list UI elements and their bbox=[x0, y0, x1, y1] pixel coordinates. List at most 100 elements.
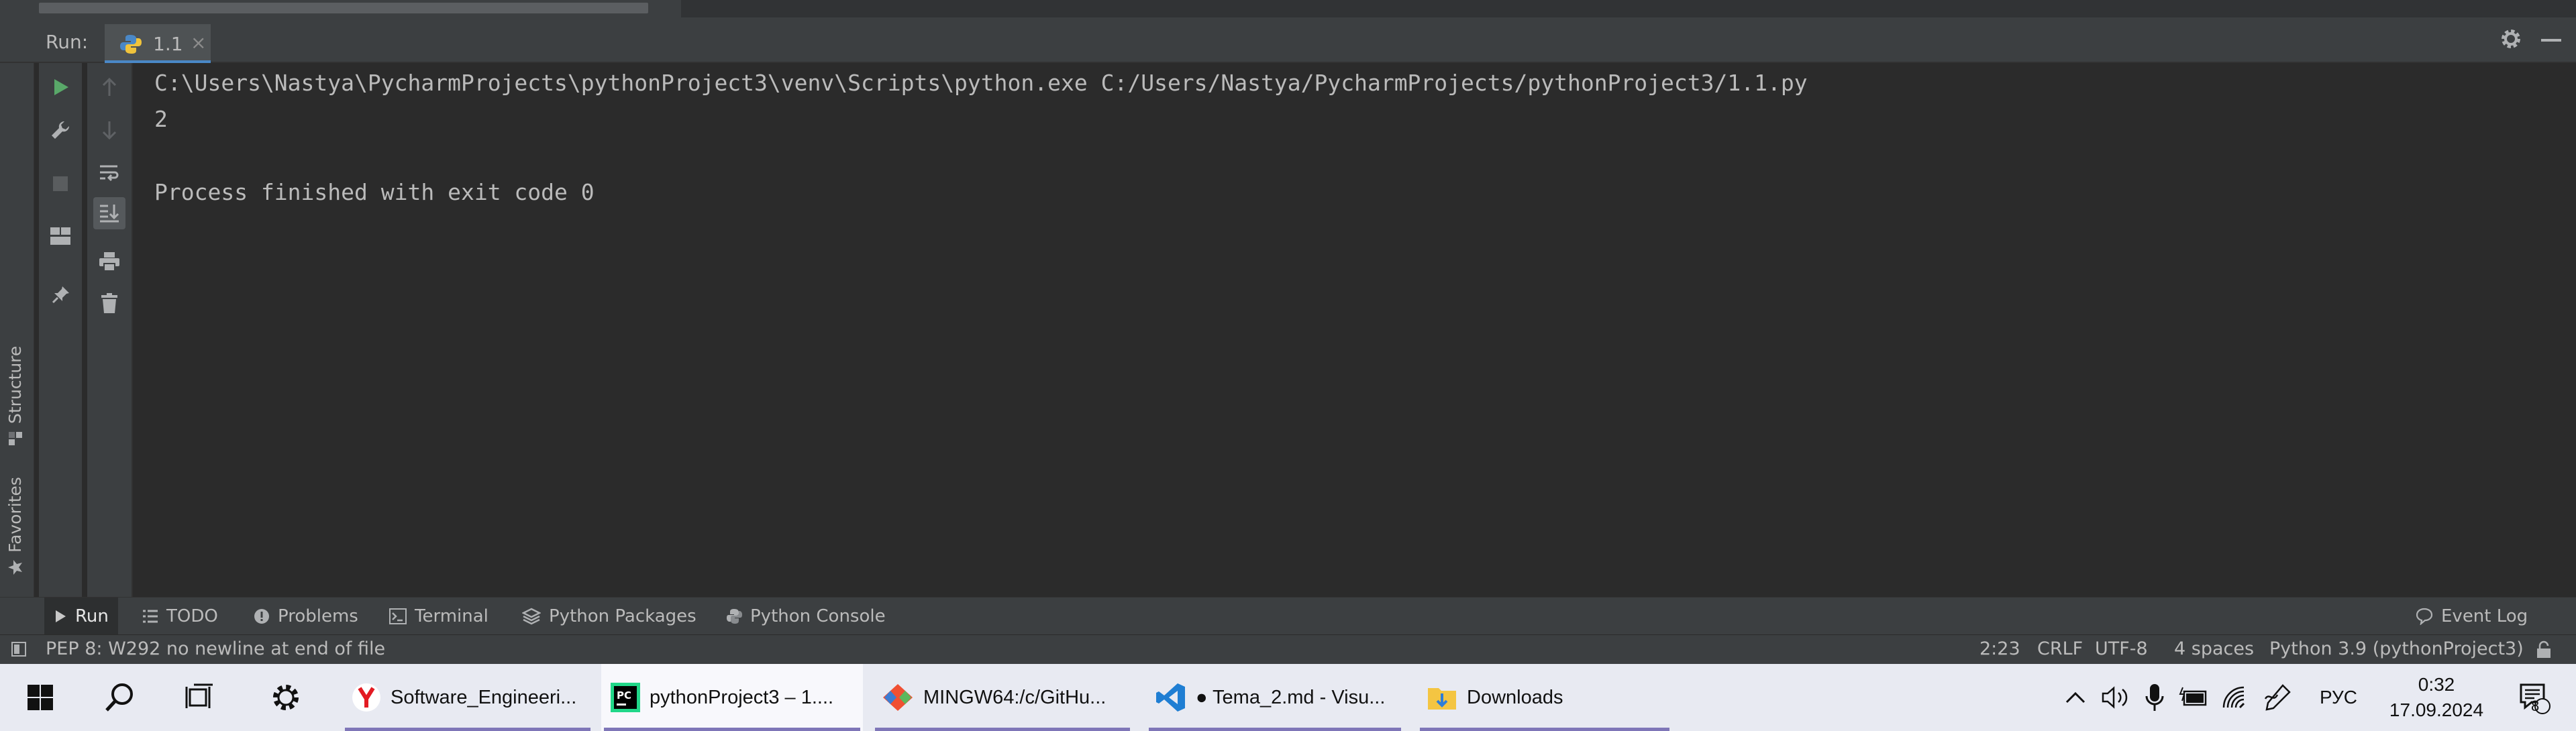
tab-run[interactable]: Run bbox=[44, 598, 118, 635]
down-arrow-icon[interactable] bbox=[93, 114, 125, 146]
minimize-icon[interactable] bbox=[2541, 39, 2561, 42]
line-separator[interactable]: CRLF bbox=[2037, 638, 2083, 659]
language-indicator[interactable]: РУС bbox=[2302, 664, 2375, 731]
left-tool-stripe: Structure Favorites bbox=[0, 63, 34, 597]
git-icon bbox=[882, 683, 914, 712]
lock-icon[interactable] bbox=[2535, 640, 2553, 659]
file-encoding[interactable]: UTF-8 bbox=[2095, 638, 2148, 659]
running-indicator bbox=[345, 728, 590, 731]
status-message[interactable]: PEP 8: W292 no newline at end of file bbox=[46, 638, 385, 659]
layout-icon[interactable] bbox=[44, 220, 76, 252]
run-triangle-icon bbox=[54, 609, 67, 624]
clock-time: 0:32 bbox=[2418, 674, 2455, 695]
taskbar-item-browser[interactable]: Software_Engineeri... bbox=[342, 664, 593, 731]
run-config-tab[interactable]: 1.1 × bbox=[105, 24, 211, 63]
print-icon[interactable] bbox=[93, 245, 125, 278]
clock-date: 17.09.2024 bbox=[2389, 699, 2484, 720]
tool-window-bar: Run TODO Problems Terminal Python Packag… bbox=[0, 597, 2576, 635]
structure-label: Structure bbox=[5, 345, 25, 424]
horizontal-scrollbar-thumb[interactable] bbox=[39, 3, 648, 13]
info-icon bbox=[254, 608, 270, 624]
rerun-icon[interactable] bbox=[44, 71, 76, 103]
structure-icon bbox=[7, 431, 23, 447]
status-bar: PEP 8: W292 no newline at end of file 2:… bbox=[0, 634, 2576, 664]
yandex-browser-icon bbox=[352, 683, 381, 712]
close-tab-icon[interactable]: × bbox=[191, 32, 206, 54]
up-arrow-icon[interactable] bbox=[93, 71, 125, 103]
notification-count: 8 bbox=[2531, 697, 2540, 714]
tab-python-console-label: Python Console bbox=[750, 606, 886, 626]
wrench-icon[interactable] bbox=[44, 114, 76, 146]
favorites-side-tab[interactable]: Favorites bbox=[5, 477, 25, 575]
panel-toggle-icon[interactable] bbox=[11, 641, 27, 657]
windows-start-icon[interactable] bbox=[13, 664, 67, 731]
taskbar-item-git-bash[interactable]: MINGW64:/c/GitHu... bbox=[872, 664, 1133, 731]
folder-icon bbox=[1427, 684, 1457, 711]
task-view-icon[interactable] bbox=[173, 664, 227, 731]
pen-icon[interactable] bbox=[2259, 664, 2296, 731]
chevron-up-icon[interactable] bbox=[2059, 664, 2092, 731]
top-scroll-strip bbox=[0, 0, 2576, 17]
event-log-tab[interactable]: Event Log bbox=[2406, 598, 2537, 635]
microphone-icon[interactable] bbox=[2138, 664, 2171, 731]
notification-icon[interactable]: 8 bbox=[2507, 664, 2561, 731]
stop-icon[interactable] bbox=[44, 168, 76, 200]
running-indicator bbox=[875, 728, 1130, 731]
console-line-output: 2 bbox=[154, 106, 168, 132]
search-icon[interactable] bbox=[93, 664, 146, 731]
event-log-icon bbox=[2416, 608, 2433, 625]
settings-icon[interactable] bbox=[259, 664, 313, 731]
trash-icon[interactable] bbox=[93, 287, 125, 319]
pin-icon[interactable] bbox=[44, 279, 76, 311]
clock[interactable]: 0:32 17.09.2024 bbox=[2379, 664, 2493, 731]
terminal-icon bbox=[389, 608, 407, 624]
caret-position[interactable]: 2:23 bbox=[1979, 638, 2020, 659]
console-line-exit: Process finished with exit code 0 bbox=[154, 179, 595, 205]
run-panel-header: Run: 1.1 × bbox=[0, 17, 2576, 63]
taskbar-item-vscode-label: ● Tema_2.md - Visu... bbox=[1196, 686, 1386, 708]
tab-todo[interactable]: TODO bbox=[133, 598, 227, 635]
taskbar-item-pycharm[interactable]: PC pythonProject3 – 1.... bbox=[601, 664, 863, 731]
wifi-icon[interactable] bbox=[2217, 664, 2255, 731]
running-indicator bbox=[1149, 728, 1401, 731]
taskbar-item-browser-label: Software_Engineeri... bbox=[391, 686, 577, 708]
vscode-icon bbox=[1155, 682, 1186, 713]
running-indicator bbox=[1420, 728, 1669, 731]
tab-python-packages-label: Python Packages bbox=[549, 606, 697, 626]
python-console-icon bbox=[726, 608, 742, 624]
battery-icon[interactable] bbox=[2175, 664, 2213, 731]
pycharm-icon: PC bbox=[611, 683, 640, 712]
tab-problems[interactable]: Problems bbox=[244, 598, 368, 635]
tab-terminal[interactable]: Terminal bbox=[380, 598, 498, 635]
python-file-icon bbox=[119, 34, 142, 55]
taskbar-item-pycharm-label: pythonProject3 – 1.... bbox=[650, 686, 834, 708]
tab-python-console[interactable]: Python Console bbox=[717, 598, 895, 635]
structure-side-tab[interactable]: Structure bbox=[5, 346, 25, 447]
gear-icon[interactable] bbox=[2499, 27, 2523, 51]
svg-text:PC: PC bbox=[617, 689, 631, 701]
event-log-label: Event Log bbox=[2441, 606, 2528, 626]
console-output[interactable]: C:\Users\Nastya\PycharmProjects\pythonPr… bbox=[133, 63, 2576, 597]
star-icon bbox=[7, 559, 23, 575]
tab-python-packages[interactable]: Python Packages bbox=[513, 598, 706, 635]
python-interpreter[interactable]: Python 3.9 (pythonProject3) bbox=[2269, 638, 2524, 659]
list-icon bbox=[142, 609, 158, 624]
scroll-to-end-icon[interactable] bbox=[93, 197, 125, 229]
taskbar-item-downloads-label: Downloads bbox=[1467, 686, 1563, 708]
tab-problems-label: Problems bbox=[278, 606, 358, 626]
taskbar-item-vscode[interactable]: ● Tema_2.md - Visu... bbox=[1146, 664, 1404, 731]
soft-wrap-icon[interactable] bbox=[93, 157, 125, 189]
run-toolbar-primary bbox=[39, 63, 82, 597]
windows-taskbar: Software_Engineeri... PC pythonProject3 … bbox=[0, 664, 2576, 731]
favorites-label: Favorites bbox=[5, 477, 25, 553]
run-toolbar-secondary bbox=[87, 63, 133, 597]
taskbar-item-downloads[interactable]: Downloads bbox=[1417, 664, 1672, 731]
console-line-command: C:\Users\Nastya\PycharmProjects\pythonPr… bbox=[154, 70, 1808, 96]
indent-setting[interactable]: 4 spaces bbox=[2174, 638, 2254, 659]
speaker-icon[interactable] bbox=[2098, 664, 2135, 731]
run-panel-label: Run: bbox=[46, 31, 89, 53]
tab-todo-label: TODO bbox=[166, 606, 218, 626]
editor-tabs-strip bbox=[681, 0, 2576, 17]
run-config-tab-label: 1.1 bbox=[153, 33, 183, 55]
taskbar-item-git-bash-label: MINGW64:/c/GitHu... bbox=[923, 686, 1106, 708]
